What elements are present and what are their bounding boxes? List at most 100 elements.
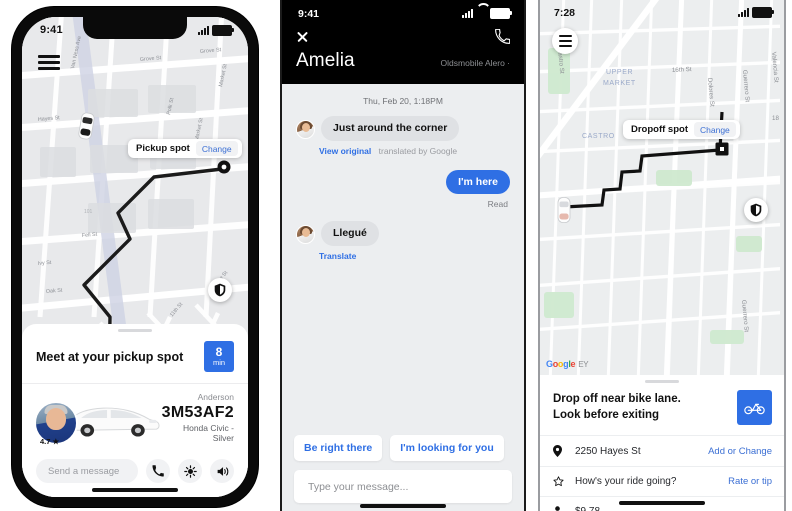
phone-icon [152,465,164,477]
message-bubble[interactable]: Just around the corner [321,116,460,141]
add-or-change-link[interactable]: Add or Change [708,446,772,457]
safety-shield-button[interactable] [744,198,768,222]
star-icon: ★ [50,437,60,446]
phone-1-screen: Hayes St Fell St Ivy St Oak St Grove St … [22,17,248,497]
driver-row[interactable]: 4.7 ★ Anderson 3M53AF2 Honda Civic - Sil… [22,384,248,451]
destination-dot-icon [217,160,231,174]
star-outline-icon [553,476,575,487]
phone-1-rider-pickup: Hayes St Fell St Ivy St Oak St Grove St … [12,7,258,507]
chat-identity: Amelia Oldsmobile Alero · [282,46,524,72]
beacon-light-icon [183,464,197,478]
dropoff-spot-pill[interactable]: Dropoff spot Change [623,120,740,139]
battery-icon [490,8,512,19]
svg-text:UPPER: UPPER [606,69,633,76]
bike-lane-button[interactable] [737,390,772,425]
status-time: 9:41 [298,7,320,20]
dropoff-address: 2250 Hayes St [575,445,641,457]
status-bar-3: 7:28 [540,0,784,22]
svg-text:MARKET: MARKET [603,80,636,87]
eta-unit: min [212,357,226,367]
home-indicator[interactable] [92,488,178,492]
message-translation-row: View original translated by Google [282,143,524,156]
dropoff-address-row[interactable]: 2250 Hayes St Add or Change [540,435,784,466]
call-driver-button[interactable] [146,459,170,483]
quick-reply-looking-for-you[interactable]: I'm looking for you [390,435,504,461]
status-icons [462,8,512,19]
phone-call-icon[interactable] [495,28,510,44]
translation-note: translated by Google [378,145,458,156]
translate-link[interactable]: Translate [319,251,356,261]
phone-2-chat: 9:41 Amelia Oldsmobile Alero · Thu, Feb … [280,0,526,511]
hamburger-menu-icon[interactable] [38,55,60,71]
license-plate: 3M53AF2 [161,403,234,421]
message-row-incoming-1: Just around the corner [282,116,524,141]
eta-badge: 8 min [204,341,234,372]
thread-date-header: Thu, Feb 20, 1:18PM [363,96,443,106]
view-original-link[interactable]: View original [319,146,371,156]
cellular-bars-icon [462,9,473,18]
cellular-bars-icon [738,8,749,17]
horn-speaker-icon [217,466,228,476]
beacon-button[interactable] [178,459,202,483]
status-icons [198,24,234,36]
message-bubble[interactable]: Llegué [321,221,379,246]
send-message-input[interactable]: Send a message [36,459,138,483]
message-translate-row: Translate [282,248,524,261]
eta-value: 8 [215,345,223,360]
dropoff-spot-label: Dropoff spot [631,124,688,135]
home-indicator[interactable] [619,501,705,505]
phone-3-dropoff: Castro St 16th St Dolores St Guerrero St… [538,0,786,511]
location-pin-icon [553,445,575,457]
safety-shield-icon [214,283,226,297]
fare-amount: $9.78 [575,506,772,511]
car-marker-icon [557,197,571,223]
pickup-bottom-card: Meet at your pickup spot 8 min 4.7 ★ And… [22,324,248,497]
car-marker-icon [78,112,95,140]
google-watermark: Google EY [546,359,589,369]
chat-header-actions [282,24,524,46]
horn-button[interactable] [210,459,234,483]
dropoff-title: Drop off near bike lane. Look before exi… [553,392,681,423]
dropoff-title-row: Drop off near bike lane. Look before exi… [540,383,784,435]
driver-name: Anderson [197,392,234,403]
message-input[interactable]: Type your message... [294,470,512,503]
bicycle-icon [744,403,765,414]
rate-ride-row[interactable]: How's your ride going? Rate or tip [540,466,784,496]
hamburger-menu-icon[interactable] [552,28,578,54]
svg-text:Ivy St: Ivy St [38,260,52,267]
dropoff-change-button[interactable]: Change [694,122,736,137]
pickup-spot-pill[interactable]: Pickup spot Change [128,139,242,158]
home-indicator[interactable] [360,504,446,508]
message-bubble[interactable]: I'm here [446,169,510,195]
status-time: 7:28 [554,6,576,19]
safety-shield-icon [750,203,762,217]
avatar-face [46,408,66,430]
avatar [296,120,315,139]
battery-icon [212,24,234,36]
quick-reply-be-right-there[interactable]: Be right there [294,435,383,461]
close-x-icon[interactable] [296,30,309,43]
read-receipt: Read [487,199,508,210]
pickup-change-button[interactable]: Change [195,141,238,156]
chat-header: 9:41 Amelia Oldsmobile Alero · [282,0,524,84]
vehicle-model: Honda Civic - Silver [182,422,234,444]
safety-shield-button[interactable] [208,278,232,302]
map-3-graphic: Castro St 16th St Dolores St Guerrero St… [540,0,780,375]
pickup-spot-label: Pickup spot [136,143,190,154]
battery-icon [752,7,774,18]
pickup-title-row: Meet at your pickup spot 8 min [22,332,248,383]
cellular-bars-icon [198,25,209,35]
pickup-title: Meet at your pickup spot [36,349,184,364]
dropoff-title-line-1: Drop off near bike lane. [553,392,681,405]
avatar [296,225,315,245]
phone-notch [83,17,187,39]
svg-text:16th St: 16th St [672,66,692,74]
rate-or-tip-link[interactable]: Rate or tip [728,476,772,487]
dropoff-card: Drop off near bike lane. Look before exi… [540,375,784,511]
contact-name: Amelia [296,50,355,71]
message-row-outgoing-1: I'm here [282,169,524,195]
svg-text:18: 18 [772,115,779,122]
screenshot-stage: Hayes St Fell St Ivy St Oak St Grove St … [0,0,792,511]
dropoff-map[interactable]: Castro St 16th St Dolores St Guerrero St… [540,0,784,375]
quick-replies: Be right there I'm looking for you [294,435,512,461]
